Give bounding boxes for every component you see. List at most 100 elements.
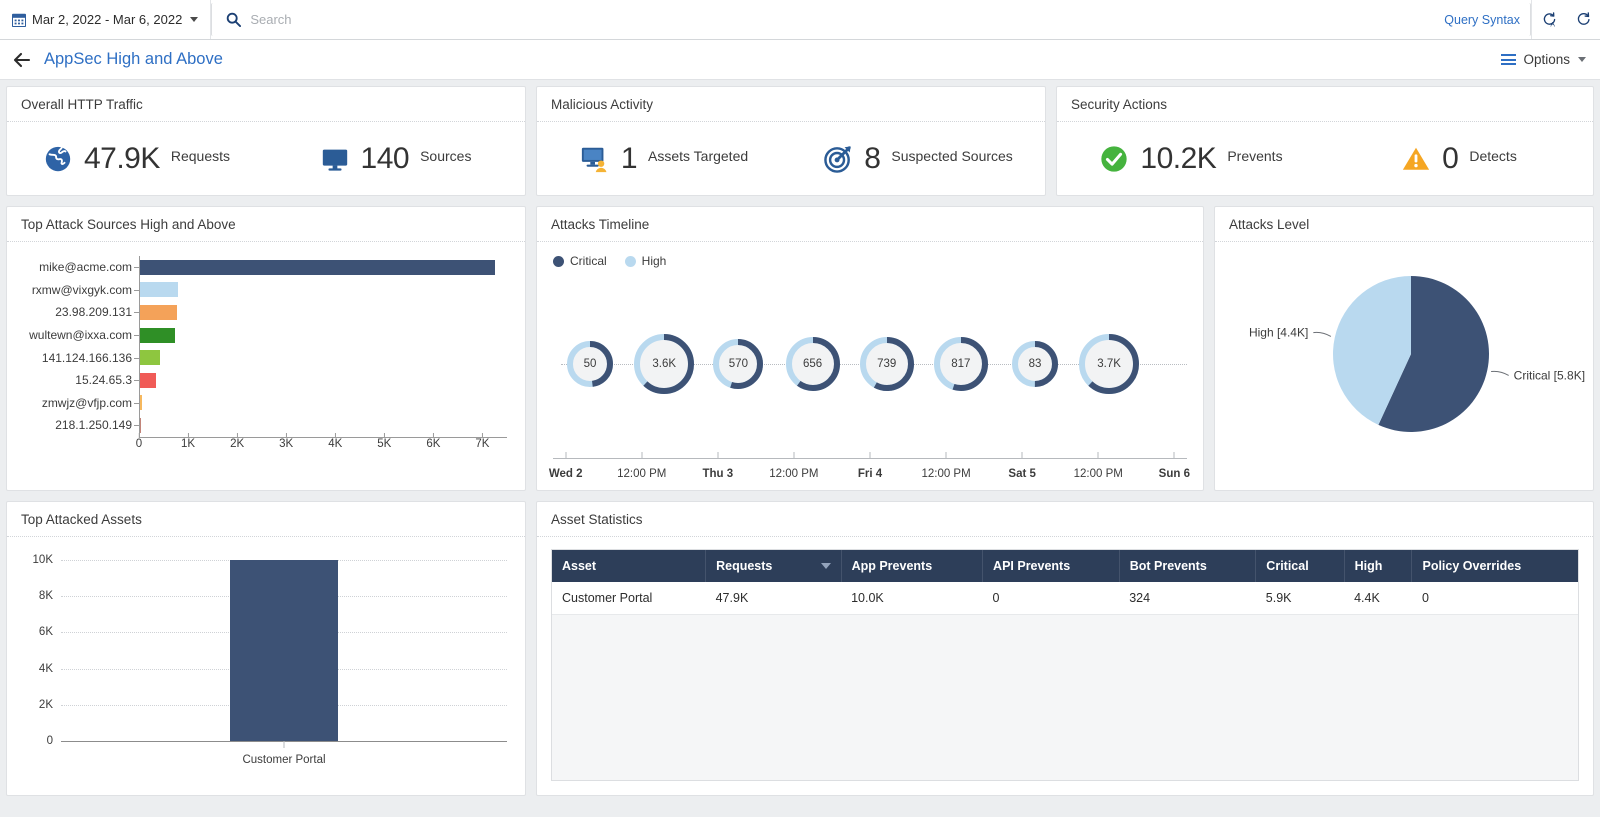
kpi-value: 1 (621, 144, 637, 174)
hbar-bar[interactable] (140, 328, 175, 343)
query-autocomplete-icon: A (1541, 11, 1558, 28)
hbar-bar[interactable] (140, 350, 160, 365)
panel-asset-statistics: Asset Statistics AssetRequestsApp Preven… (536, 501, 1594, 796)
kpi-prevents[interactable]: 10.2K Prevents (1057, 144, 1325, 174)
timeline-axis-label: Sat 5 (1008, 468, 1036, 480)
hbar-category-label: 15.24.65.3 (17, 369, 139, 392)
attacks-level-chart: Critical [5.8K]High [4.4K] (1215, 242, 1593, 490)
column-header-label: Requests (716, 559, 772, 573)
column-header-label: Critical (1266, 559, 1308, 573)
table-column-header[interactable]: API Prevents (983, 550, 1120, 582)
timeline-node[interactable]: 3.6K (631, 331, 697, 397)
vbar-bar[interactable] (230, 560, 338, 741)
table-head: Asset Requests App Prevents API Prevents Bot… (552, 550, 1578, 582)
pie-slice-label: High [4.4K] (1249, 326, 1308, 340)
query-syntax-link[interactable]: Query Syntax (1444, 13, 1520, 27)
table-row[interactable]: Customer Portal47.9K10.0K03245.9K4.4K0 (552, 582, 1578, 615)
legend-item[interactable]: Critical (553, 254, 607, 268)
table-column-header[interactable]: Asset (552, 550, 706, 582)
panel-title: Overall HTTP Traffic (7, 87, 525, 122)
query-autocomplete-button[interactable]: A (1532, 0, 1566, 39)
kpi-label: Assets Targeted (648, 148, 748, 164)
timeline-node-value: 656 (803, 358, 822, 370)
hbar-category-label: 141.124.166.136 (17, 346, 139, 369)
column-header-label: API Prevents (993, 559, 1070, 573)
panel-title: Attacks Level (1215, 207, 1593, 242)
timeline-node[interactable]: 50 (564, 338, 616, 390)
options-label: Options (1523, 52, 1570, 67)
panel-attacks-level: Attacks Level Critical [5.8K]High [4.4K] (1214, 206, 1594, 491)
top-attack-sources-chart: mike@acme.comrxmw@vixgyk.com23.98.209.13… (7, 242, 525, 490)
back-arrow-icon[interactable] (12, 50, 32, 70)
table-cell: Customer Portal (552, 582, 706, 615)
hbar-bar[interactable] (140, 373, 156, 388)
legend-label: Critical (570, 254, 607, 268)
hbar-row[interactable] (140, 301, 507, 324)
hbar-bar[interactable] (140, 260, 495, 275)
hbar-x-tick: 3K (279, 438, 293, 450)
hbar-bar[interactable] (140, 305, 177, 320)
breadcrumb-bar: AppSec High and Above Options (0, 40, 1600, 80)
timeline-node[interactable]: 83 (1009, 338, 1061, 390)
hbar-bar[interactable] (140, 395, 142, 410)
table-column-header[interactable]: Bot Prevents (1119, 550, 1256, 582)
refresh-button[interactable] (1566, 0, 1600, 39)
hbar-row[interactable] (140, 392, 507, 415)
hbar-row[interactable] (140, 346, 507, 369)
search-input[interactable] (250, 12, 1435, 27)
table-column-header[interactable]: High (1344, 550, 1412, 582)
timeline-node[interactable]: 739 (857, 334, 917, 394)
sort-descending-icon[interactable] (821, 563, 831, 569)
legend-item[interactable]: High (625, 254, 667, 268)
timeline-node[interactable]: 570 (710, 336, 766, 392)
timeline-node[interactable]: 817 (931, 334, 991, 394)
timeline-node[interactable]: 656 (783, 334, 843, 394)
hbar-plot-area (139, 256, 507, 438)
timeline-node[interactable]: 3.7K (1076, 331, 1142, 397)
vbar-plot-area: 02K4K6K8K10KCustomer Portal (61, 549, 507, 741)
hbar-row[interactable] (140, 324, 507, 347)
kpi-requests[interactable]: 47.9K Requests (7, 144, 266, 174)
timeline-x-axis: Wed 212:00 PMThu 312:00 PMFri 412:00 PMS… (553, 458, 1187, 486)
kpi-sources[interactable]: 140 Sources (266, 144, 525, 174)
timeline-axis-tick (717, 452, 718, 459)
hbar-bar[interactable] (140, 282, 178, 297)
warning-triangle-icon (1401, 144, 1431, 174)
hbar-row[interactable] (140, 256, 507, 279)
legend-swatch (625, 256, 636, 267)
column-header-label: Bot Prevents (1130, 559, 1207, 573)
hbar-row[interactable] (140, 279, 507, 302)
hbar-row[interactable] (140, 414, 507, 437)
asset-statistics-table: Asset Requests App Prevents API Prevents Bot… (552, 550, 1578, 615)
timeline-axis-tick (1174, 452, 1175, 459)
hbar-category-label: wultewn@ixxa.com (17, 324, 139, 347)
vbar-column[interactable] (230, 549, 338, 741)
kpi-detects[interactable]: 0 Detects (1325, 144, 1593, 174)
timeline-node-value: 817 (951, 358, 970, 370)
timeline-axis-label: Wed 2 (549, 468, 583, 480)
search-bar[interactable]: Query Syntax (211, 3, 1531, 36)
options-button[interactable]: Options (1501, 52, 1586, 67)
hbar-row[interactable] (140, 369, 507, 392)
hbar-bar[interactable] (140, 418, 141, 433)
search-icon (226, 12, 241, 27)
vbar-x-label: Customer Portal (242, 754, 325, 766)
dashboard: Overall HTTP Traffic 47.9K Requests (0, 80, 1600, 796)
table-column-header[interactable]: Critical (1256, 550, 1344, 582)
hbar-x-tick: 0 (136, 438, 142, 450)
timeline-axis-label: 12:00 PM (1074, 468, 1123, 480)
table-column-header[interactable]: App Prevents (841, 550, 982, 582)
timeline-axis-tick (946, 452, 947, 459)
kpi-suspected-sources[interactable]: 8 Suspected Sources (791, 144, 1045, 174)
page-title[interactable]: AppSec High and Above (44, 50, 223, 69)
kpi-row: Overall HTTP Traffic 47.9K Requests (6, 86, 1594, 196)
table-column-header[interactable]: Policy Overrides (1412, 550, 1578, 582)
table-column-header[interactable]: Requests (706, 550, 841, 582)
kpi-assets-targeted[interactable]: 1 Assets Targeted (537, 144, 791, 174)
timeline-axis-label: 12:00 PM (617, 468, 666, 480)
pie-leader-line (1491, 371, 1509, 375)
panel-title: Security Actions (1057, 87, 1593, 122)
timeline-axis-tick (793, 452, 794, 459)
date-range-picker[interactable]: Mar 2, 2022 - Mar 6, 2022 (0, 0, 211, 39)
panel-title: Malicious Activity (537, 87, 1045, 122)
